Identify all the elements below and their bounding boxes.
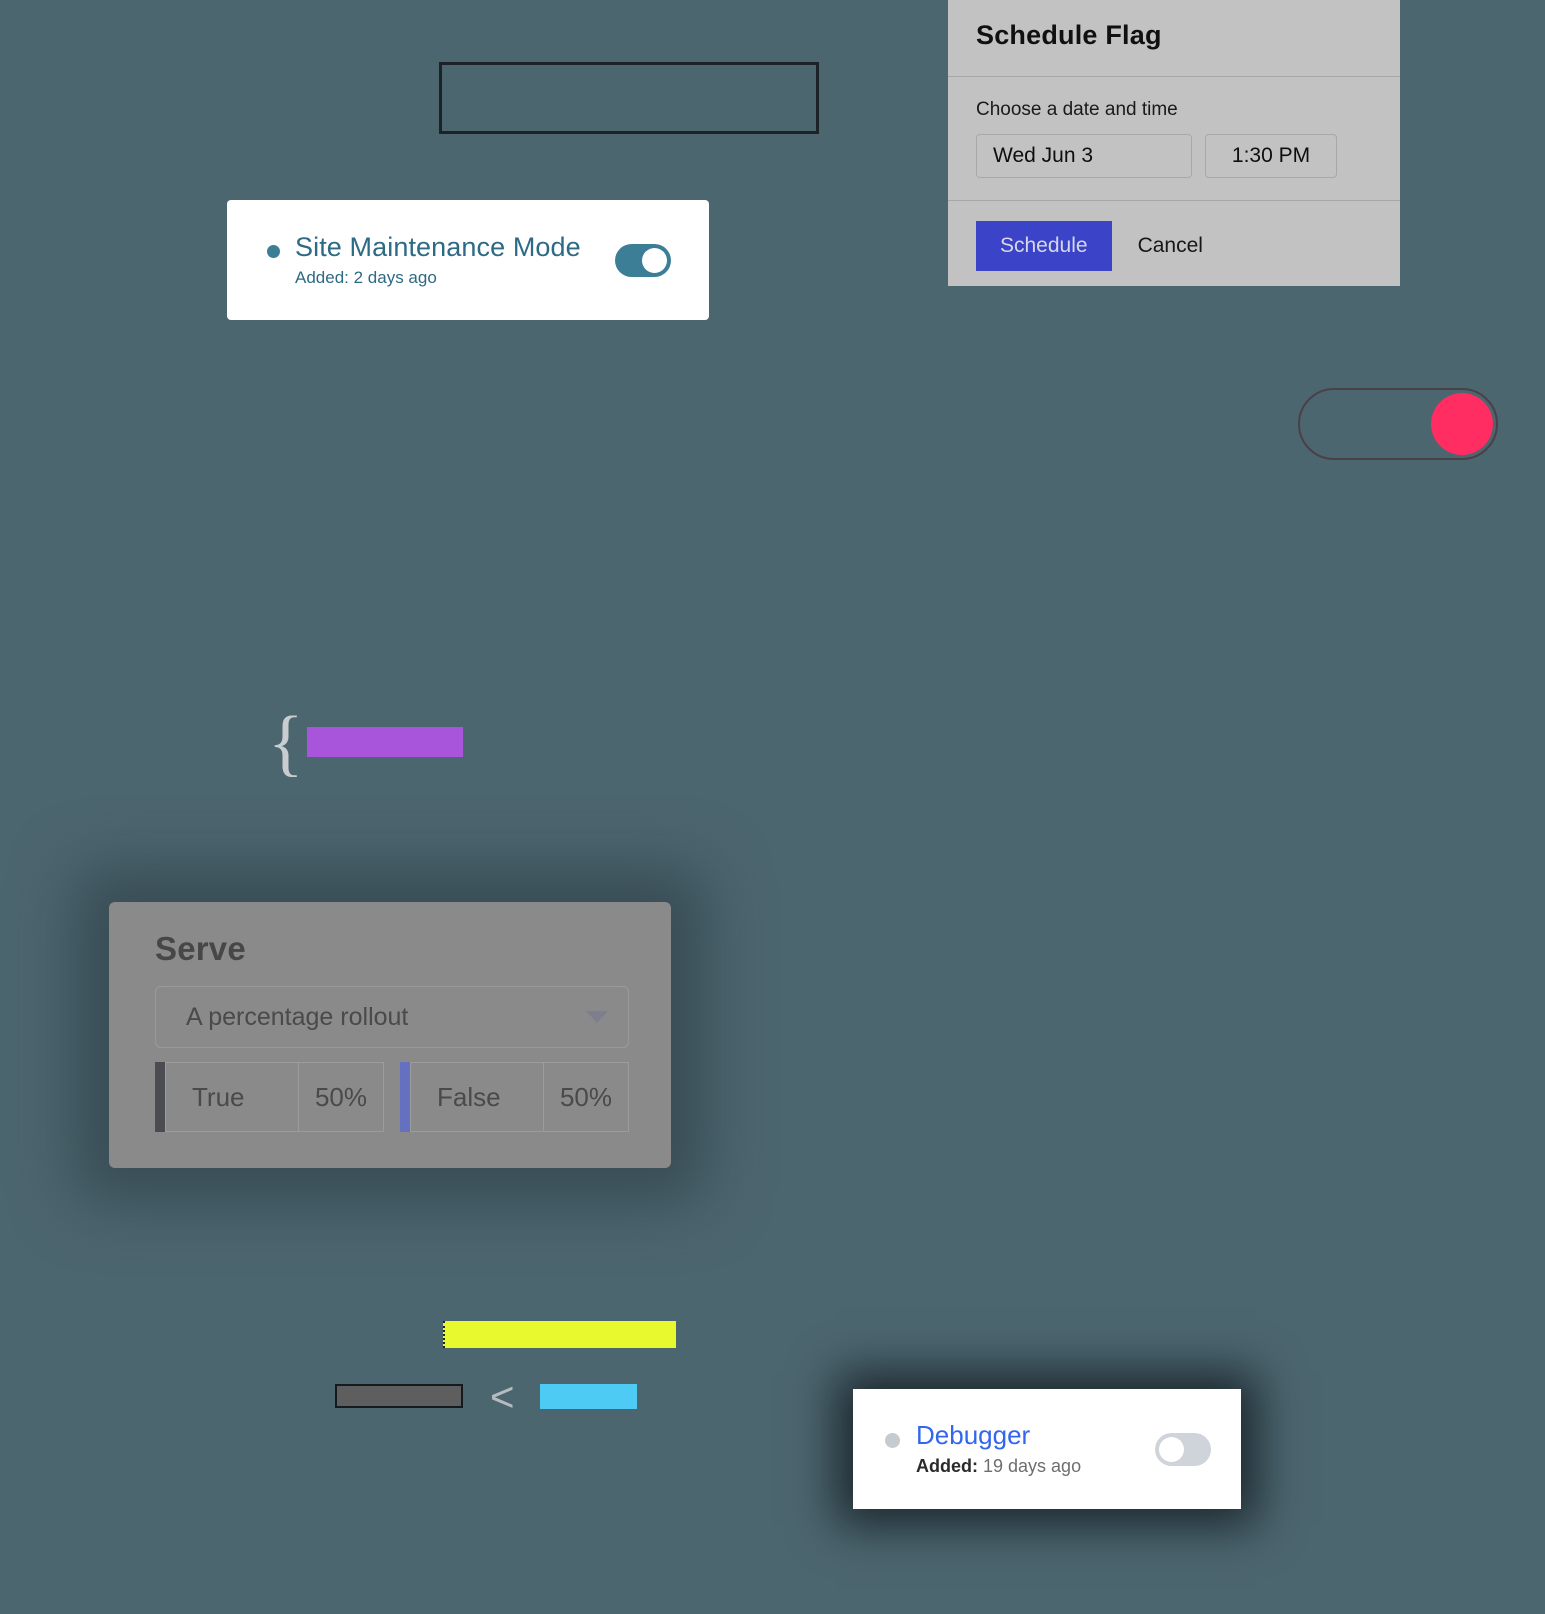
- variation-percent[interactable]: 50%: [298, 1062, 384, 1132]
- purple-highlight-bar: [307, 727, 463, 757]
- maintenance-flag-text-group: Site Maintenance Mode Added: 2 days ago: [295, 232, 615, 287]
- variation-name: True: [165, 1062, 298, 1132]
- toggle-knob: [642, 247, 667, 273]
- dialog-title: Schedule Flag: [976, 20, 1162, 50]
- cancel-button[interactable]: Cancel: [1138, 234, 1203, 258]
- serve-panel: Serve A percentage rollout True 50% Fals…: [109, 902, 671, 1168]
- flag-status-dot-icon: [885, 1432, 900, 1448]
- serve-strategy-select[interactable]: A percentage rollout: [155, 986, 629, 1048]
- time-input[interactable]: 1:30 PM: [1205, 134, 1337, 178]
- maintenance-flag-toggle[interactable]: [615, 243, 671, 277]
- debugger-flag-toggle[interactable]: [1155, 1432, 1211, 1466]
- curly-brace-icon: {: [268, 702, 304, 784]
- debugger-flag-added-text: Added: 19 days ago: [916, 1456, 1155, 1477]
- gray-highlight-bar: [335, 1384, 463, 1408]
- variation-accent-bar: [400, 1062, 410, 1132]
- yellow-highlight-bar: [443, 1321, 676, 1348]
- date-time-label: Choose a date and time: [976, 99, 1178, 120]
- cyan-highlight-bar: [540, 1384, 637, 1409]
- debugger-added-value: 19 days ago: [978, 1456, 1082, 1477]
- serve-panel-title: Serve: [155, 930, 246, 967]
- variation-accent-bar: [155, 1062, 165, 1132]
- date-input[interactable]: Wed Jun 3: [976, 134, 1192, 178]
- variation-true[interactable]: True 50%: [155, 1062, 384, 1132]
- debugger-flag-card[interactable]: Debugger Added: 19 days ago: [853, 1389, 1241, 1509]
- debugger-added-label: Added:: [916, 1456, 978, 1477]
- maintenance-flag-card[interactable]: Site Maintenance Mode Added: 2 days ago: [227, 200, 709, 320]
- variation-percent[interactable]: 50%: [543, 1062, 629, 1132]
- variation-row: True 50% False 50%: [155, 1062, 629, 1132]
- maintenance-flag-title: Site Maintenance Mode: [295, 232, 581, 263]
- variation-false[interactable]: False 50%: [400, 1062, 629, 1132]
- date-time-field-row: Wed Jun 3 1:30 PM: [976, 134, 1372, 178]
- pink-highlight-toggle[interactable]: [1298, 388, 1498, 460]
- dialog-body: Choose a date and time Wed Jun 3 1:30 PM: [948, 77, 1400, 178]
- dialog-actions: Schedule Cancel: [948, 201, 1400, 271]
- chevron-down-icon: [586, 1011, 608, 1023]
- debugger-flag-title[interactable]: Debugger: [916, 1420, 1155, 1451]
- schedule-flag-dialog: Schedule Flag Choose a date and time Wed…: [948, 0, 1400, 286]
- variation-name: False: [410, 1062, 543, 1132]
- schedule-button[interactable]: Schedule: [976, 221, 1112, 271]
- dialog-header: Schedule Flag: [948, 0, 1400, 66]
- empty-outlined-rectangle: [439, 62, 819, 134]
- flag-status-dot-icon: [267, 244, 280, 258]
- serve-strategy-value: A percentage rollout: [186, 1002, 409, 1031]
- debugger-flag-text-group: Debugger Added: 19 days ago: [916, 1420, 1155, 1478]
- toggle-knob: [1431, 393, 1493, 455]
- toggle-knob: [1159, 1436, 1184, 1462]
- less-than-icon: <: [490, 1373, 515, 1420]
- maintenance-flag-added-text: Added: 2 days ago: [295, 267, 437, 287]
